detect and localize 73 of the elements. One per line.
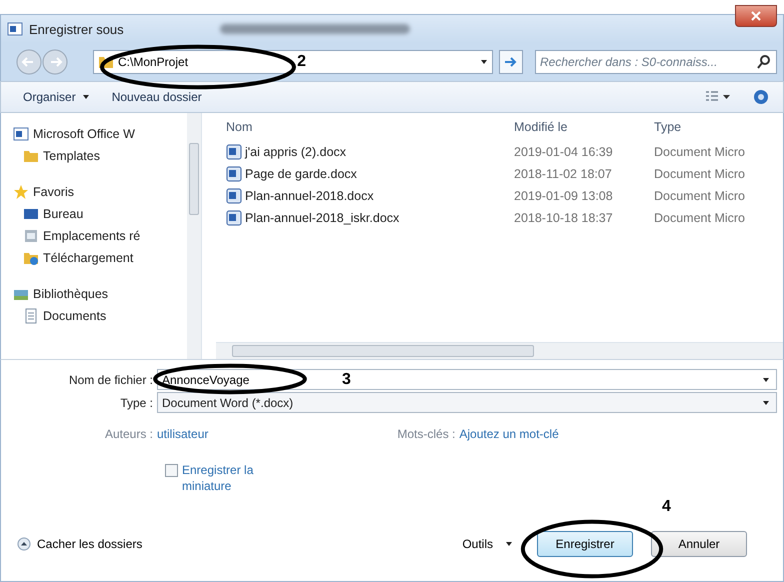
- file-name[interactable]: Plan-annuel-2018.docx: [202, 188, 512, 204]
- word-document-icon: [226, 210, 242, 226]
- cancel-button[interactable]: Annuler: [651, 530, 747, 556]
- caret-icon: [762, 376, 770, 384]
- type-dropdown[interactable]: Document Word (*.docx): [157, 392, 777, 413]
- folder-icon: [98, 54, 114, 70]
- filename-field[interactable]: AnnonceVoyage 3: [157, 369, 777, 390]
- annotation-number: 3: [342, 370, 351, 388]
- save-button[interactable]: Enregistrer: [537, 530, 633, 556]
- word-document-icon: [226, 144, 242, 160]
- desktop-icon: [23, 206, 39, 222]
- caret-icon: [82, 93, 90, 101]
- table-cell-text: 2019-01-04 16:39: [513, 145, 614, 159]
- collapse-icon: [17, 536, 31, 550]
- file-name[interactable]: Page de garde.docx: [202, 166, 512, 182]
- horizontal-scrollbar[interactable]: [216, 342, 783, 359]
- word-document-icon: [226, 188, 242, 204]
- field-label: Auteurs :: [104, 427, 153, 441]
- sidebar-item[interactable]: Téléchargement: [13, 247, 187, 269]
- column-header[interactable]: Type: [654, 120, 783, 134]
- folder-icon: [23, 148, 39, 164]
- keywords-link[interactable]: Ajoutez un mot-clé: [459, 427, 559, 441]
- close-icon: [751, 11, 761, 21]
- go-button[interactable]: [499, 50, 523, 74]
- table-cell-text: 2018-11-02 18:07: [513, 167, 613, 181]
- sidebar-item[interactable]: Favoris: [13, 181, 187, 203]
- authors-link[interactable]: utilisateur: [157, 427, 208, 441]
- word-document-icon: [7, 21, 23, 37]
- checkbox[interactable]: [165, 464, 178, 477]
- table-cell-text: Document Micro: [654, 145, 746, 159]
- sidebar-item[interactable]: Documents: [13, 305, 187, 327]
- word-document-icon: [226, 166, 242, 182]
- column-header[interactable]: Nom: [202, 120, 512, 134]
- view-options-icon[interactable]: [705, 90, 731, 104]
- arrow-icon: [504, 55, 518, 69]
- sidebar-item[interactable]: Microsoft Office W: [13, 123, 187, 145]
- address-field[interactable]: C:\MonProjet 2: [93, 50, 493, 74]
- column-header[interactable]: Modifié le: [512, 120, 654, 134]
- table-cell-text: Document Micro: [654, 211, 746, 225]
- search-field[interactable]: Rechercher dans : S0-connaiss...: [535, 50, 777, 74]
- annotation-number: 4: [662, 498, 671, 516]
- sidebar-item[interactable]: Bureau: [13, 203, 187, 225]
- file-name[interactable]: j'ai appris (2).docx: [202, 144, 512, 160]
- caret-icon: [505, 540, 513, 548]
- new-folder-button[interactable]: Nouveau dossier: [112, 90, 202, 104]
- hide-folders-button[interactable]: Cacher les dossiers: [17, 536, 142, 550]
- caret-icon: [762, 398, 770, 406]
- help-icon[interactable]: [753, 89, 769, 105]
- field-label: Nom de fichier :: [68, 372, 153, 386]
- table-cell-text: Document Micro: [654, 167, 746, 181]
- word-document-icon: [13, 126, 29, 142]
- annotation-number: 2: [297, 53, 306, 71]
- search-input[interactable]: Rechercher dans : S0-connaiss...: [540, 55, 756, 69]
- star-icon: [13, 184, 29, 200]
- vertical-scrollbar[interactable]: [187, 113, 201, 359]
- sidebar-item[interactable]: Bibliothèques: [13, 283, 187, 305]
- caret-icon: [480, 58, 488, 66]
- sidebar-item[interactable]: Emplacements ré: [13, 225, 187, 247]
- field-label: Mots-clés :: [397, 427, 456, 441]
- download-folder-icon: [23, 250, 39, 266]
- search-icon: [756, 54, 772, 70]
- file-name[interactable]: Plan-annuel-2018_iskr.docx: [202, 210, 512, 226]
- window-title: Enregistrer sous: [29, 22, 124, 36]
- table-cell-text: 2018-10-18 18:37: [513, 211, 614, 225]
- table-cell-text: 2019-01-09 13:08: [513, 189, 614, 203]
- field-label: Type :: [119, 396, 153, 410]
- tools-button[interactable]: Outils: [462, 536, 513, 550]
- checkbox-label[interactable]: Enregistrer la miniature: [182, 462, 272, 494]
- filename-input[interactable]: AnnonceVoyage: [162, 372, 342, 386]
- table-cell-text: Document Micro: [654, 189, 746, 203]
- close-button[interactable]: [735, 5, 777, 27]
- organize-button[interactable]: Organiser: [23, 90, 90, 104]
- sidebar-item[interactable]: Templates: [13, 145, 187, 167]
